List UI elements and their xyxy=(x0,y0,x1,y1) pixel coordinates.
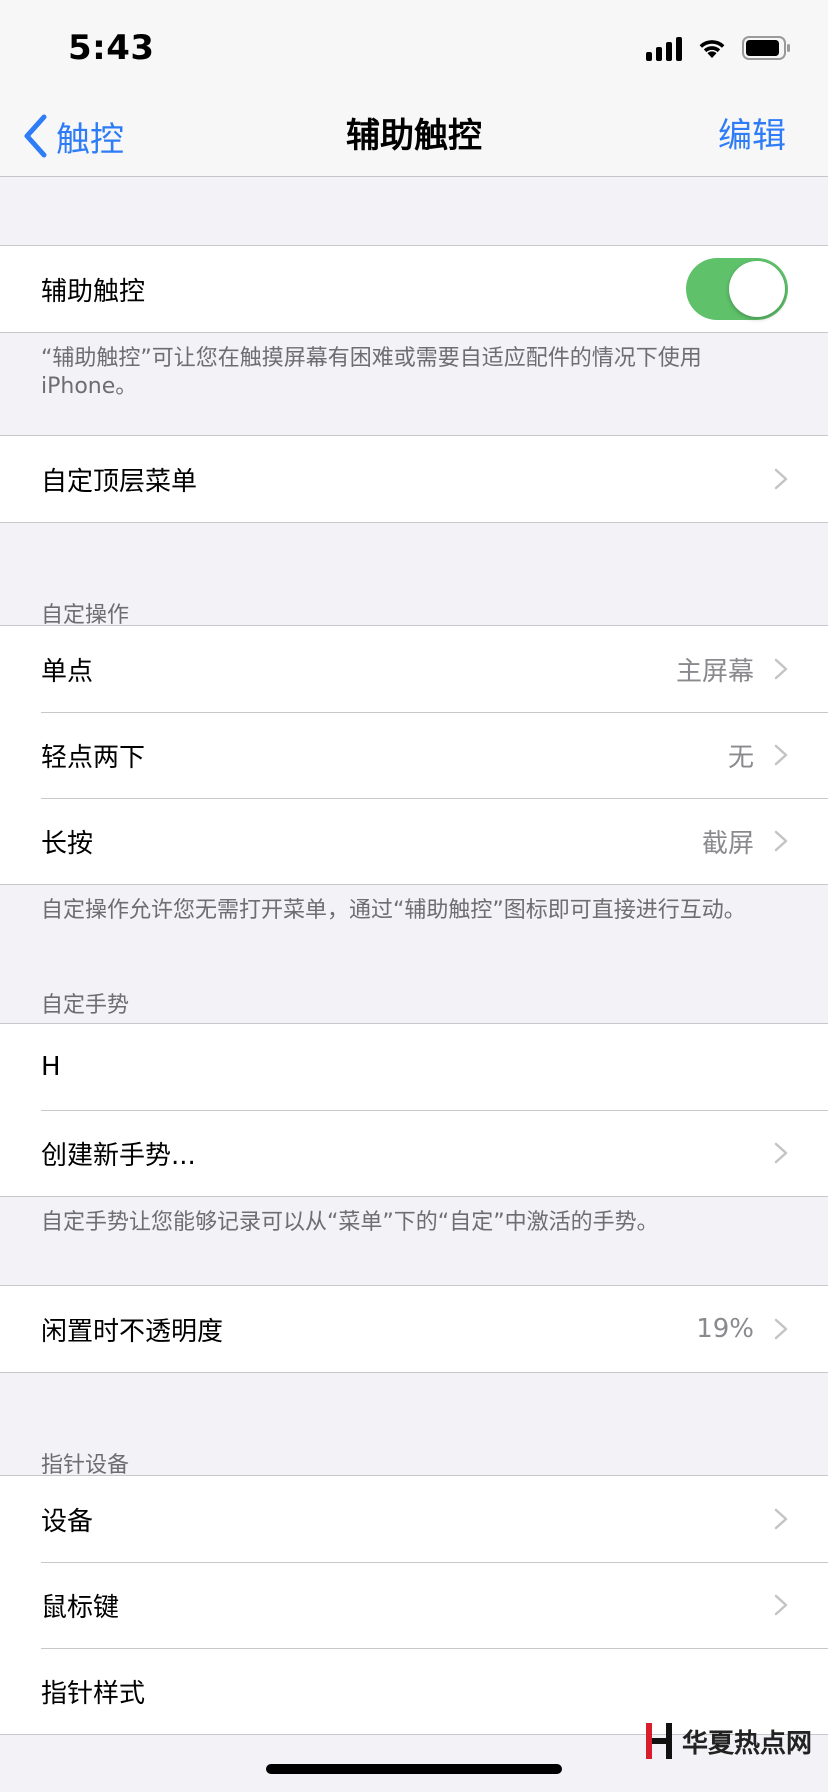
chevron-right-icon xyxy=(774,468,788,490)
custom-gestures-header: 自定手势 xyxy=(41,993,130,1018)
chevron-right-icon xyxy=(774,830,788,852)
assistive-touch-toggle[interactable] xyxy=(686,258,788,320)
cellular-signal-icon xyxy=(646,35,682,61)
custom-actions-header: 自定操作 xyxy=(41,603,130,628)
gesture-h-row[interactable]: H xyxy=(0,1024,828,1110)
chevron-right-icon xyxy=(774,658,788,680)
double-tap-row[interactable]: 轻点两下 无 xyxy=(0,712,828,798)
pointer-devices-header: 指针设备 xyxy=(41,1453,130,1478)
single-tap-value: 主屏幕 xyxy=(675,656,754,687)
assistive-touch-description: “辅助触控”可让您在触摸屏幕有困难或需要自适应配件的情况下使用iPhone。 xyxy=(41,346,702,399)
status-time: 5:43 xyxy=(68,28,155,68)
devices-row[interactable]: 设备 xyxy=(0,1476,828,1562)
long-press-label: 长按 xyxy=(41,828,94,859)
navigation-bar: 触控 辅助触控 编辑 xyxy=(0,96,828,177)
idle-opacity-label: 闲置时不透明度 xyxy=(41,1316,224,1347)
home-indicator xyxy=(266,1764,562,1774)
assistive-touch-row: 辅助触控 xyxy=(0,246,828,332)
custom-gestures-footer: 自定手势让您能够记录可以从“菜单”下的“自定”中激活的手势。 xyxy=(41,1210,659,1235)
custom-gestures-group: H 创建新手势... xyxy=(0,1023,828,1197)
chevron-right-icon xyxy=(774,1508,788,1530)
gesture-h-label: H xyxy=(41,1052,61,1082)
idle-opacity-group: 闲置时不透明度 19% xyxy=(0,1285,828,1373)
double-tap-label: 轻点两下 xyxy=(41,742,146,773)
custom-actions-footer: 自定操作允许您无需打开菜单，通过“辅助触控”图标即可直接进行互动。 xyxy=(41,898,746,923)
chevron-right-icon xyxy=(774,1594,788,1616)
edit-button[interactable]: 编辑 xyxy=(718,110,786,162)
idle-opacity-value: 19% xyxy=(696,1314,754,1344)
devices-label: 设备 xyxy=(41,1506,94,1537)
double-tap-value: 无 xyxy=(727,742,754,773)
mouse-keys-row[interactable]: 鼠标键 xyxy=(0,1562,828,1648)
toggle-knob xyxy=(729,261,785,317)
pointer-style-label: 指针样式 xyxy=(41,1678,146,1709)
create-new-gesture-label: 创建新手势... xyxy=(41,1140,196,1171)
create-new-gesture-row[interactable]: 创建新手势... xyxy=(0,1110,828,1196)
watermark-text: 华夏热点网 xyxy=(681,1728,812,1759)
single-tap-label: 单点 xyxy=(41,656,94,687)
watermark-logo-icon xyxy=(645,1723,672,1759)
assistive-touch-label: 辅助触控 xyxy=(41,276,146,307)
page-title: 辅助触控 xyxy=(346,116,482,156)
battery-icon xyxy=(742,36,792,60)
long-press-value: 截屏 xyxy=(701,828,754,859)
customize-top-menu-row[interactable]: 自定顶层菜单 xyxy=(0,436,828,522)
long-press-row[interactable]: 长按 截屏 xyxy=(0,798,828,884)
watermark: 华夏热点网 xyxy=(644,1716,812,1766)
pointer-devices-group: 设备 鼠标键 指针样式 xyxy=(0,1475,828,1735)
idle-opacity-row[interactable]: 闲置时不透明度 19% xyxy=(0,1286,828,1372)
customize-top-menu-label: 自定顶层菜单 xyxy=(41,466,198,497)
chevron-right-icon xyxy=(774,744,788,766)
chevron-right-icon xyxy=(774,1142,788,1164)
wifi-icon xyxy=(696,36,728,60)
chevron-right-icon xyxy=(774,1318,788,1340)
single-tap-row[interactable]: 单点 主屏幕 xyxy=(0,626,828,712)
custom-actions-group: 单点 主屏幕 轻点两下 无 长按 截屏 xyxy=(0,625,828,885)
status-icons xyxy=(646,34,792,62)
status-bar: 5:43 xyxy=(0,0,828,96)
assistive-touch-group: 辅助触控 xyxy=(0,245,828,333)
mouse-keys-label: 鼠标键 xyxy=(41,1592,120,1623)
settings-content: 辅助触控 “辅助触控”可让您在触摸屏幕有困难或需要自适应配件的情况下使用iPho… xyxy=(0,177,828,1735)
top-menu-group: 自定顶层菜单 xyxy=(0,435,828,523)
